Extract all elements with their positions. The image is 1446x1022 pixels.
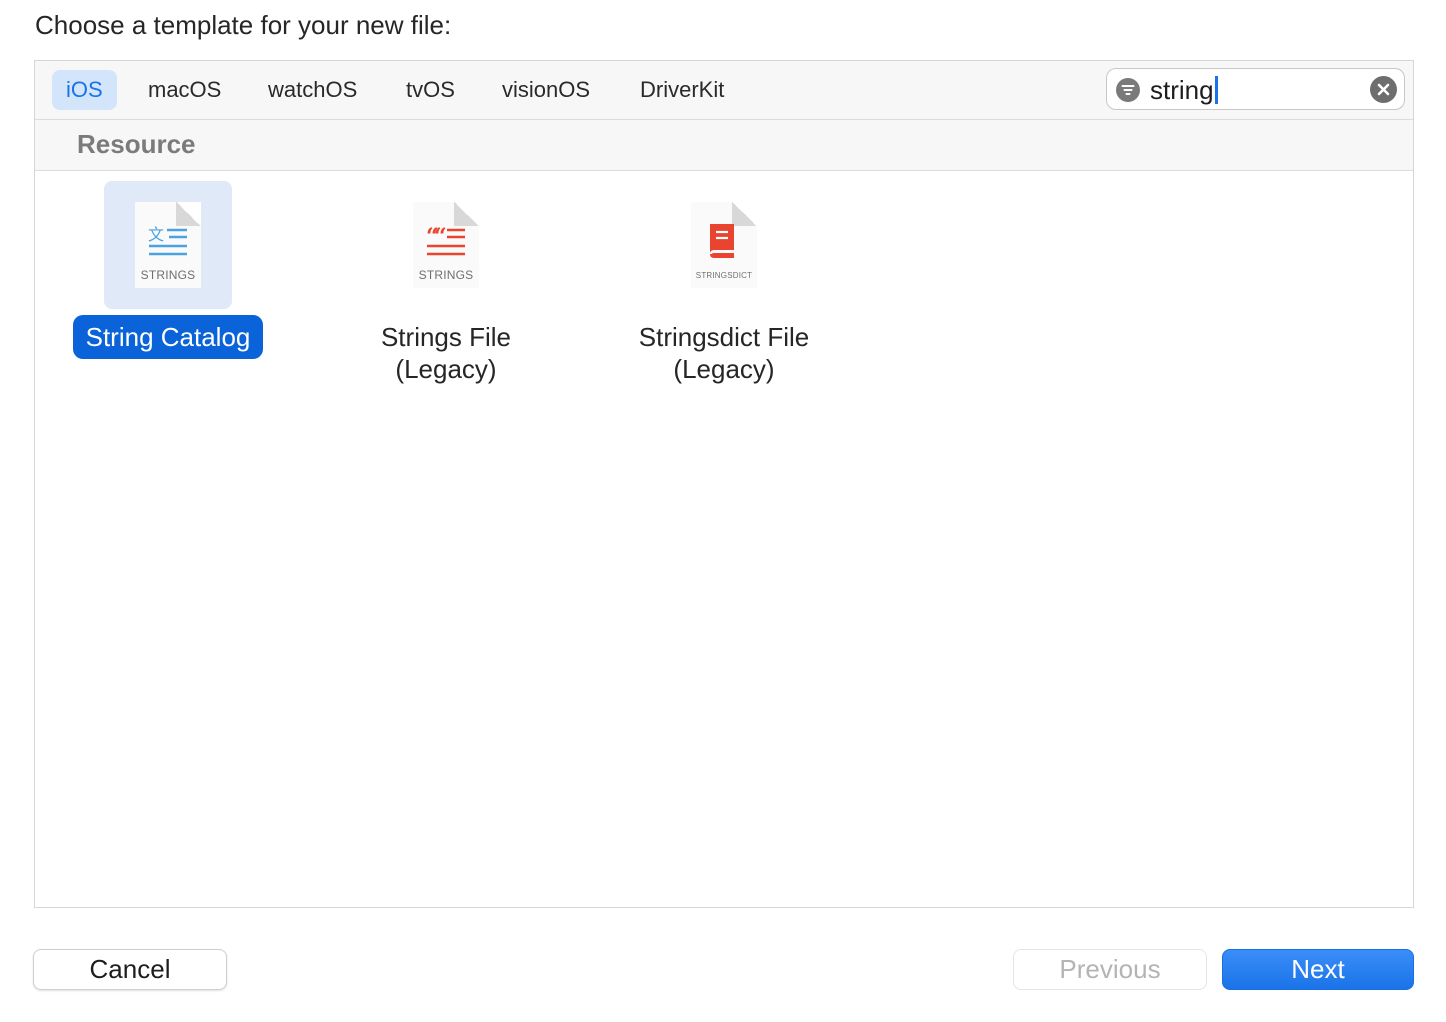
cancel-button[interactable]: Cancel — [33, 949, 227, 990]
text-caret — [1214, 76, 1218, 104]
clear-search-icon[interactable] — [1370, 76, 1397, 103]
template-string-catalog[interactable]: 文 STRINGS String Catalog — [48, 181, 288, 359]
tab-driverkit[interactable]: DriverKit — [626, 70, 738, 110]
template-panel: iOS macOS watchOS tvOS visionOS DriverKi… — [34, 60, 1414, 908]
search-input[interactable]: string — [1150, 73, 1218, 107]
section-title: Resource — [77, 129, 196, 159]
doc-type-label: STRINGSDICT — [695, 271, 753, 280]
doc-type-label: STRINGS — [140, 268, 196, 282]
tab-macos[interactable]: macOS — [134, 70, 235, 110]
doc-type-label: STRINGS — [418, 268, 474, 282]
template-icon-tile[interactable]: STRINGSDICT — [660, 181, 788, 309]
tab-ios[interactable]: iOS — [52, 70, 117, 110]
stringsdict-file-icon: STRINGSDICT — [691, 202, 757, 288]
template-icon-tile[interactable]: 文 STRINGS — [104, 181, 232, 309]
template-strings-file[interactable]: “ “ STRINGS Strings File (Legacy) — [326, 181, 566, 391]
platform-toolbar: iOS macOS watchOS tvOS visionOS DriverKi… — [35, 61, 1413, 120]
previous-button[interactable]: Previous — [1013, 949, 1207, 990]
string-catalog-icon: 文 STRINGS — [135, 202, 201, 288]
tab-visionos[interactable]: visionOS — [488, 70, 604, 110]
search-field[interactable]: string — [1106, 68, 1405, 110]
tab-tvos[interactable]: tvOS — [392, 70, 469, 110]
template-icon-tile[interactable]: “ “ STRINGS — [382, 181, 510, 309]
template-name[interactable]: Strings File (Legacy) — [368, 315, 524, 391]
template-name[interactable]: Stringsdict File (Legacy) — [626, 315, 823, 391]
tab-watchos[interactable]: watchOS — [254, 70, 371, 110]
svg-text:文: 文 — [148, 225, 164, 244]
dialog-title: Choose a template for your new file: — [35, 10, 452, 40]
section-header: Resource — [35, 120, 1413, 171]
filter-icon[interactable] — [1116, 78, 1140, 102]
next-button[interactable]: Next — [1222, 949, 1414, 990]
template-name[interactable]: String Catalog — [72, 315, 264, 359]
template-stringsdict-file[interactable]: STRINGSDICT Stringsdict File (Legacy) — [604, 181, 844, 391]
strings-file-icon: “ “ STRINGS — [413, 202, 479, 288]
